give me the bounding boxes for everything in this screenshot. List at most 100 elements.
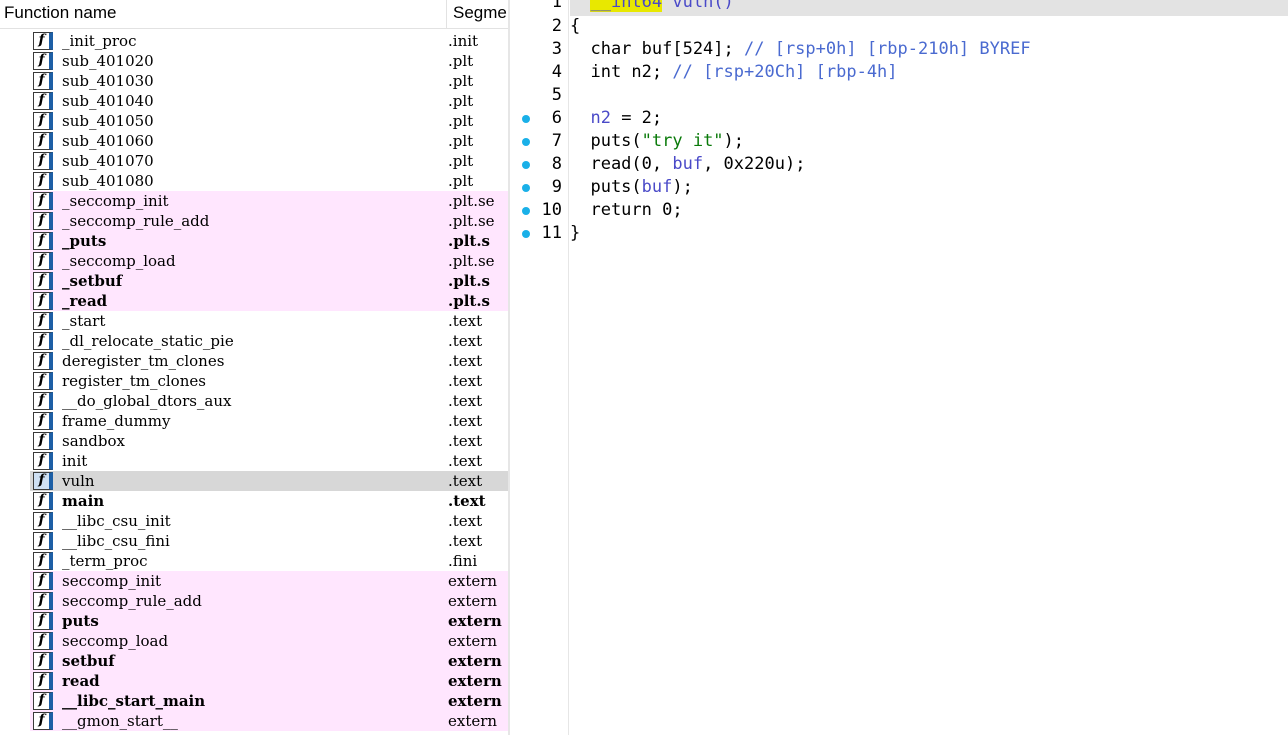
- function-name: vuln: [62, 472, 95, 490]
- function-name: _seccomp_rule_add: [62, 212, 210, 230]
- function-segment: extern: [448, 592, 498, 610]
- code-line[interactable]: 11}: [510, 222, 1288, 245]
- code-text: n2 = 2;: [570, 107, 662, 130]
- function-icon: f: [33, 552, 53, 570]
- function-name: sub_401020: [62, 52, 154, 70]
- function-row[interactable]: f setbuf extern: [0, 651, 508, 671]
- functions-header: Function name Segme: [0, 0, 508, 29]
- function-row[interactable]: f __libc_csu_init .text: [0, 511, 508, 531]
- code-token: // [rsp+0h] [rbp-210h] BYREF: [744, 39, 1031, 59]
- code-token: buf: [672, 154, 704, 174]
- function-row[interactable]: f init .text: [0, 451, 508, 471]
- function-row[interactable]: f sub_401020 .plt: [0, 51, 508, 71]
- function-row[interactable]: f __libc_csu_fini .text: [0, 531, 508, 551]
- function-name: sub_401060: [62, 132, 154, 150]
- function-segment: .plt: [448, 172, 474, 190]
- function-icon: f: [33, 332, 53, 350]
- function-row[interactable]: f _start .text: [0, 311, 508, 331]
- function-segment: .text: [448, 392, 483, 410]
- code-token: );: [723, 131, 745, 151]
- code-token: n2: [590, 108, 611, 128]
- code-line[interactable]: 9 puts(buf);: [510, 176, 1288, 199]
- function-row[interactable]: f _dl_relocate_static_pie .text: [0, 331, 508, 351]
- function-row[interactable]: f _seccomp_load .plt.se: [0, 251, 508, 271]
- function-row[interactable]: f sub_401040 .plt: [0, 91, 508, 111]
- function-icon: f: [33, 232, 53, 250]
- code-text: read(0, buf, 0x220u);: [570, 153, 805, 176]
- breakpoint-dot-icon[interactable]: [522, 184, 530, 192]
- function-row[interactable]: f main .text: [0, 491, 508, 511]
- code-line[interactable]: 4 int n2; // [rsp+20Ch] [rbp-4h]: [510, 61, 1288, 84]
- function-row[interactable]: f sub_401050 .plt: [0, 111, 508, 131]
- code-line[interactable]: 10 return 0;: [510, 199, 1288, 222]
- function-icon: f: [33, 432, 53, 450]
- code-line[interactable]: 5: [510, 84, 1288, 107]
- function-name: seccomp_rule_add: [62, 592, 202, 610]
- code-text: puts("try it");: [570, 130, 744, 153]
- function-name: __libc_start_main: [62, 692, 206, 710]
- function-icon: f: [33, 132, 53, 150]
- function-row[interactable]: f _read .plt.s: [0, 291, 508, 311]
- function-row[interactable]: f sandbox .text: [0, 431, 508, 451]
- function-row[interactable]: f _term_proc .fini: [0, 551, 508, 571]
- function-row[interactable]: f _seccomp_init .plt.se: [0, 191, 508, 211]
- function-row[interactable]: f register_tm_clones .text: [0, 371, 508, 391]
- function-name: seccomp_load: [62, 632, 169, 650]
- function-segment: .plt.s: [448, 232, 491, 250]
- function-name: sub_401030: [62, 72, 154, 90]
- function-row[interactable]: f frame_dummy .text: [0, 411, 508, 431]
- function-row[interactable]: f seccomp_init extern: [0, 571, 508, 591]
- function-row[interactable]: f __gmon_start__ extern: [0, 711, 508, 731]
- function-name: _init_proc: [62, 32, 137, 50]
- function-row[interactable]: f _seccomp_rule_add .plt.se: [0, 211, 508, 231]
- code-line[interactable]: 8 read(0, buf, 0x220u);: [510, 153, 1288, 176]
- function-icon: f: [33, 532, 53, 550]
- function-segment: .text: [448, 372, 483, 390]
- column-header-segment[interactable]: Segme: [446, 0, 508, 28]
- code-line[interactable]: 7 puts("try it");: [510, 130, 1288, 153]
- function-segment: .text: [448, 532, 483, 550]
- function-icon: f: [33, 512, 53, 530]
- function-row[interactable]: f seccomp_rule_add extern: [0, 591, 508, 611]
- breakpoint-dot-icon[interactable]: [522, 138, 530, 146]
- function-icon: f: [33, 32, 53, 50]
- column-header-function-name[interactable]: Function name: [4, 3, 116, 23]
- code-line[interactable]: 3 char buf[524]; // [rsp+0h] [rbp-210h] …: [510, 38, 1288, 61]
- function-row[interactable]: f sub_401080 .plt: [0, 171, 508, 191]
- code-line[interactable]: 2{: [510, 15, 1288, 38]
- line-number: 10: [541, 200, 562, 220]
- function-name: seccomp_init: [62, 572, 162, 590]
- row-background: [30, 471, 508, 491]
- function-row[interactable]: f _setbuf .plt.s: [0, 271, 508, 291]
- function-name: deregister_tm_clones: [62, 352, 225, 370]
- code-token: puts(: [570, 131, 642, 151]
- function-row[interactable]: f vuln .text: [0, 471, 508, 491]
- function-list: f _init_proc .init f sub_401020 .plt f sub_4010…: [0, 31, 508, 731]
- function-row[interactable]: f deregister_tm_clones .text: [0, 351, 508, 371]
- breakpoint-dot-icon[interactable]: [522, 115, 530, 123]
- breakpoint-dot-icon[interactable]: [522, 207, 530, 215]
- code-line[interactable]: 6 n2 = 2;: [510, 107, 1288, 130]
- function-icon: f: [33, 592, 53, 610]
- function-name: _term_proc: [62, 552, 148, 570]
- function-icon: f: [33, 272, 53, 290]
- breakpoint-dot-icon[interactable]: [522, 230, 530, 238]
- function-segment: .plt.se: [448, 252, 495, 270]
- function-row[interactable]: f puts extern: [0, 611, 508, 631]
- function-icon: f: [33, 672, 53, 690]
- function-row[interactable]: f sub_401060 .plt: [0, 131, 508, 151]
- function-row[interactable]: f seccomp_load extern: [0, 631, 508, 651]
- function-segment: .text: [448, 452, 483, 470]
- function-row[interactable]: f sub_401030 .plt: [0, 71, 508, 91]
- function-row[interactable]: f __do_global_dtors_aux .text: [0, 391, 508, 411]
- function-row[interactable]: f _init_proc .init: [0, 31, 508, 51]
- row-background: [30, 451, 508, 471]
- function-row[interactable]: f __libc_start_main extern: [0, 691, 508, 711]
- line-number: 6: [551, 108, 562, 128]
- function-row[interactable]: f read extern: [0, 671, 508, 691]
- function-row[interactable]: f _puts .plt.s: [0, 231, 508, 251]
- breakpoint-dot-icon[interactable]: [522, 161, 530, 169]
- function-row[interactable]: f sub_401070 .plt: [0, 151, 508, 171]
